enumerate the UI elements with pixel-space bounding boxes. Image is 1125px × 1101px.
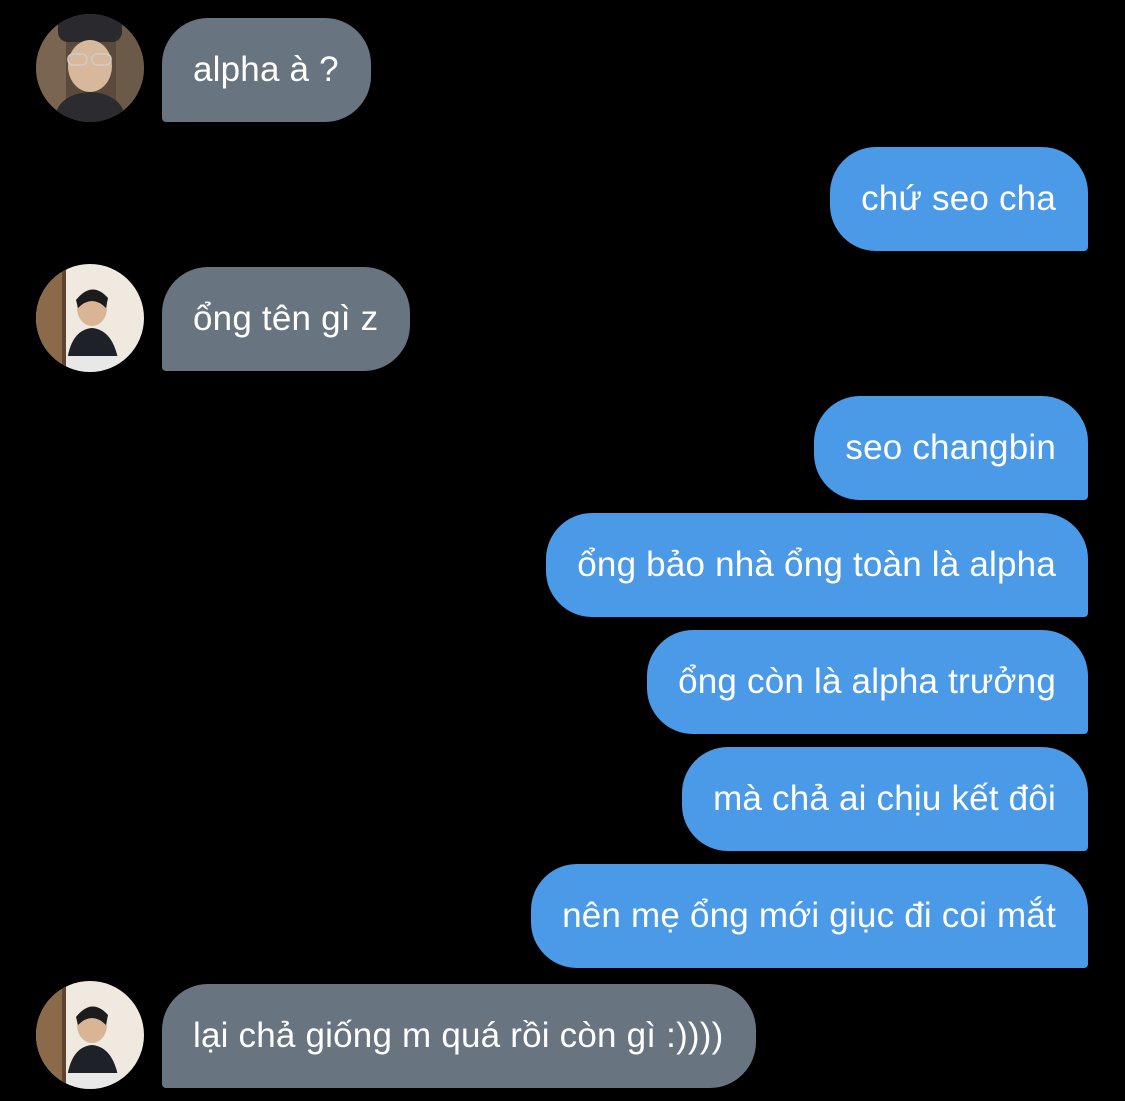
- message-text: seo changbin: [845, 428, 1056, 467]
- message-text: alpha à ?: [193, 50, 339, 89]
- message-bubble-incoming[interactable]: ổng tên gì z: [162, 267, 411, 371]
- contact-avatar-3[interactable]: [36, 981, 144, 1089]
- message-thread: alpha à ? chứ seo cha ổng tên gì z seo c…: [0, 0, 1125, 1101]
- message-bubble-outgoing[interactable]: ổng bảo nhà ổng toàn là alpha: [546, 513, 1088, 617]
- message-text: chứ seo cha: [861, 179, 1056, 218]
- message-text: ổng còn là alpha trưởng: [678, 662, 1056, 701]
- avatar-image: [36, 264, 144, 372]
- contact-avatar-2[interactable]: [36, 264, 144, 372]
- message-bubble-incoming[interactable]: alpha à ?: [162, 18, 371, 122]
- contact-avatar-1[interactable]: [36, 14, 144, 122]
- message-text: lại chả giống m quá rồi còn gì :)))): [193, 1016, 724, 1055]
- message-text: ổng bảo nhà ổng toàn là alpha: [577, 545, 1056, 584]
- message-bubble-incoming[interactable]: lại chả giống m quá rồi còn gì :)))): [162, 984, 756, 1088]
- message-bubble-outgoing[interactable]: mà chả ai chịu kết đôi: [682, 747, 1088, 851]
- message-text: mà chả ai chịu kết đôi: [713, 779, 1056, 818]
- message-text: nên mẹ ổng mới giục đi coi mắt: [562, 896, 1056, 935]
- message-bubble-outgoing[interactable]: chứ seo cha: [830, 147, 1088, 251]
- message-bubble-outgoing[interactable]: ổng còn là alpha trưởng: [647, 630, 1088, 734]
- avatar-image: [36, 14, 144, 122]
- message-bubble-outgoing[interactable]: nên mẹ ổng mới giục đi coi mắt: [531, 864, 1088, 968]
- message-bubble-outgoing[interactable]: seo changbin: [814, 396, 1088, 500]
- message-text: ổng tên gì z: [193, 299, 379, 338]
- avatar-image: [36, 981, 144, 1089]
